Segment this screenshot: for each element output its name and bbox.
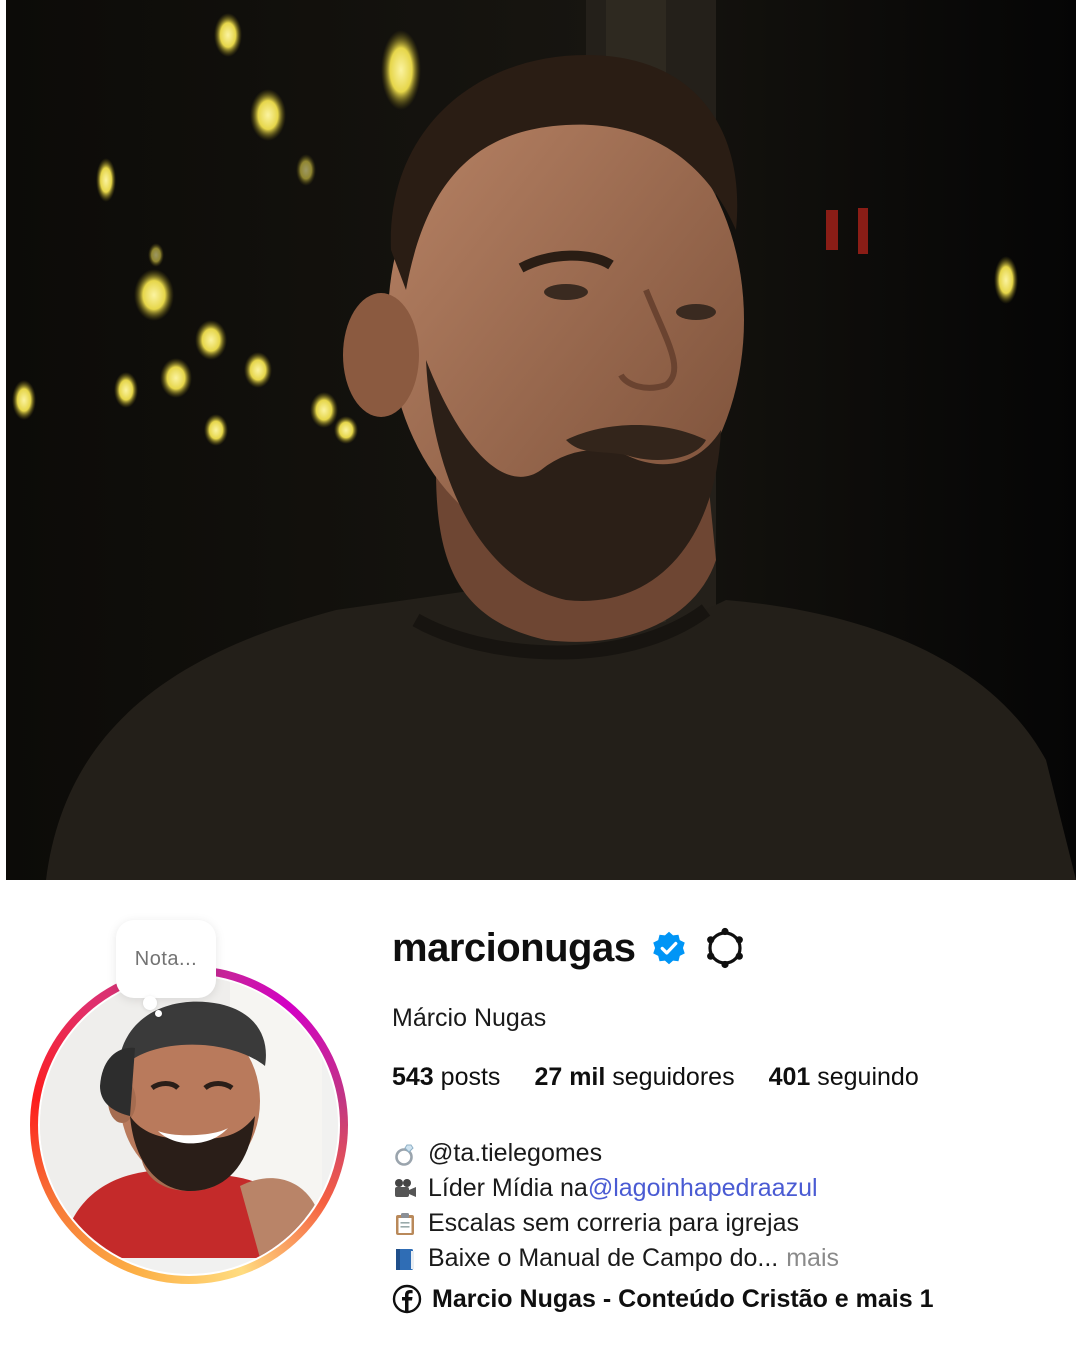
posts-value: 543 [392,1063,434,1091]
bio-line-partner: @ta.tielegomes [392,1136,1062,1171]
followers-label: seguidores [612,1063,735,1091]
clipboard-icon [396,1212,414,1235]
bio-manual-text: Baixe o Manual de Campo do... [428,1244,779,1272]
ring-icon [395,1144,414,1166]
followers-count[interactable]: 27 mil seguidores [534,1063,734,1092]
external-link[interactable]: Marcio Nugas - Conteúdo Cristão e mais 1 [392,1284,1062,1314]
following-label: seguindo [817,1063,919,1091]
username-row: marcionugas [392,920,1062,976]
following-count[interactable]: 401 seguindo [769,1063,919,1092]
posts-label: posts [440,1063,501,1091]
bio-more-link[interactable]: mais [786,1241,839,1276]
blue-book-icon [396,1248,414,1270]
username[interactable]: marcionugas [392,926,636,971]
external-link-text: Marcio Nugas - Conteúdo Cristão e mais 1 [432,1284,934,1313]
bio-role-text: Líder Mídia na [428,1174,588,1202]
note-placeholder: Nota... [134,947,198,970]
verified-badge-icon [653,931,686,965]
bio-line-manual: Baixe o Manual de Campo do... mais [392,1241,1062,1276]
bio-schedules-text: Escalas sem correria para igrejas [428,1209,799,1237]
bio-partner-mention[interactable]: @ta.tielegomes [428,1136,602,1171]
threads-icon[interactable] [703,926,747,970]
following-value: 401 [768,1063,811,1091]
followers-value: 27 mil [534,1063,606,1091]
avatar[interactable] [40,976,338,1274]
full-name: Márcio Nugas [392,1004,547,1032]
profile-info: marcionugas Márcio Nugas 543 posts 27 mi… [392,920,1062,1314]
bio-line-role: Líder Mídia na @lagoinhapedraazul [392,1171,1062,1206]
bio: @ta.tielegomes Líder Mídia na @lagoinhap… [392,1136,1062,1276]
avatar-story-ring[interactable] [30,966,348,1284]
movie-camera-icon [395,1178,416,1197]
note-bubble[interactable]: Nota... [116,920,216,998]
bio-church-mention[interactable]: @lagoinhapedraazul [588,1171,818,1206]
facebook-icon [392,1284,422,1314]
bio-line-schedules: Escalas sem correria para igrejas [392,1206,1062,1241]
posts-count[interactable]: 543 posts [392,1063,500,1092]
profile-stats: 543 posts 27 mil seguidores 401 seguindo [392,1063,1062,1092]
cover-photo [6,0,1076,880]
note-bubble-tail-small [155,1010,162,1017]
cover-photo-image [6,0,1076,880]
note-bubble-tail [143,996,157,1010]
